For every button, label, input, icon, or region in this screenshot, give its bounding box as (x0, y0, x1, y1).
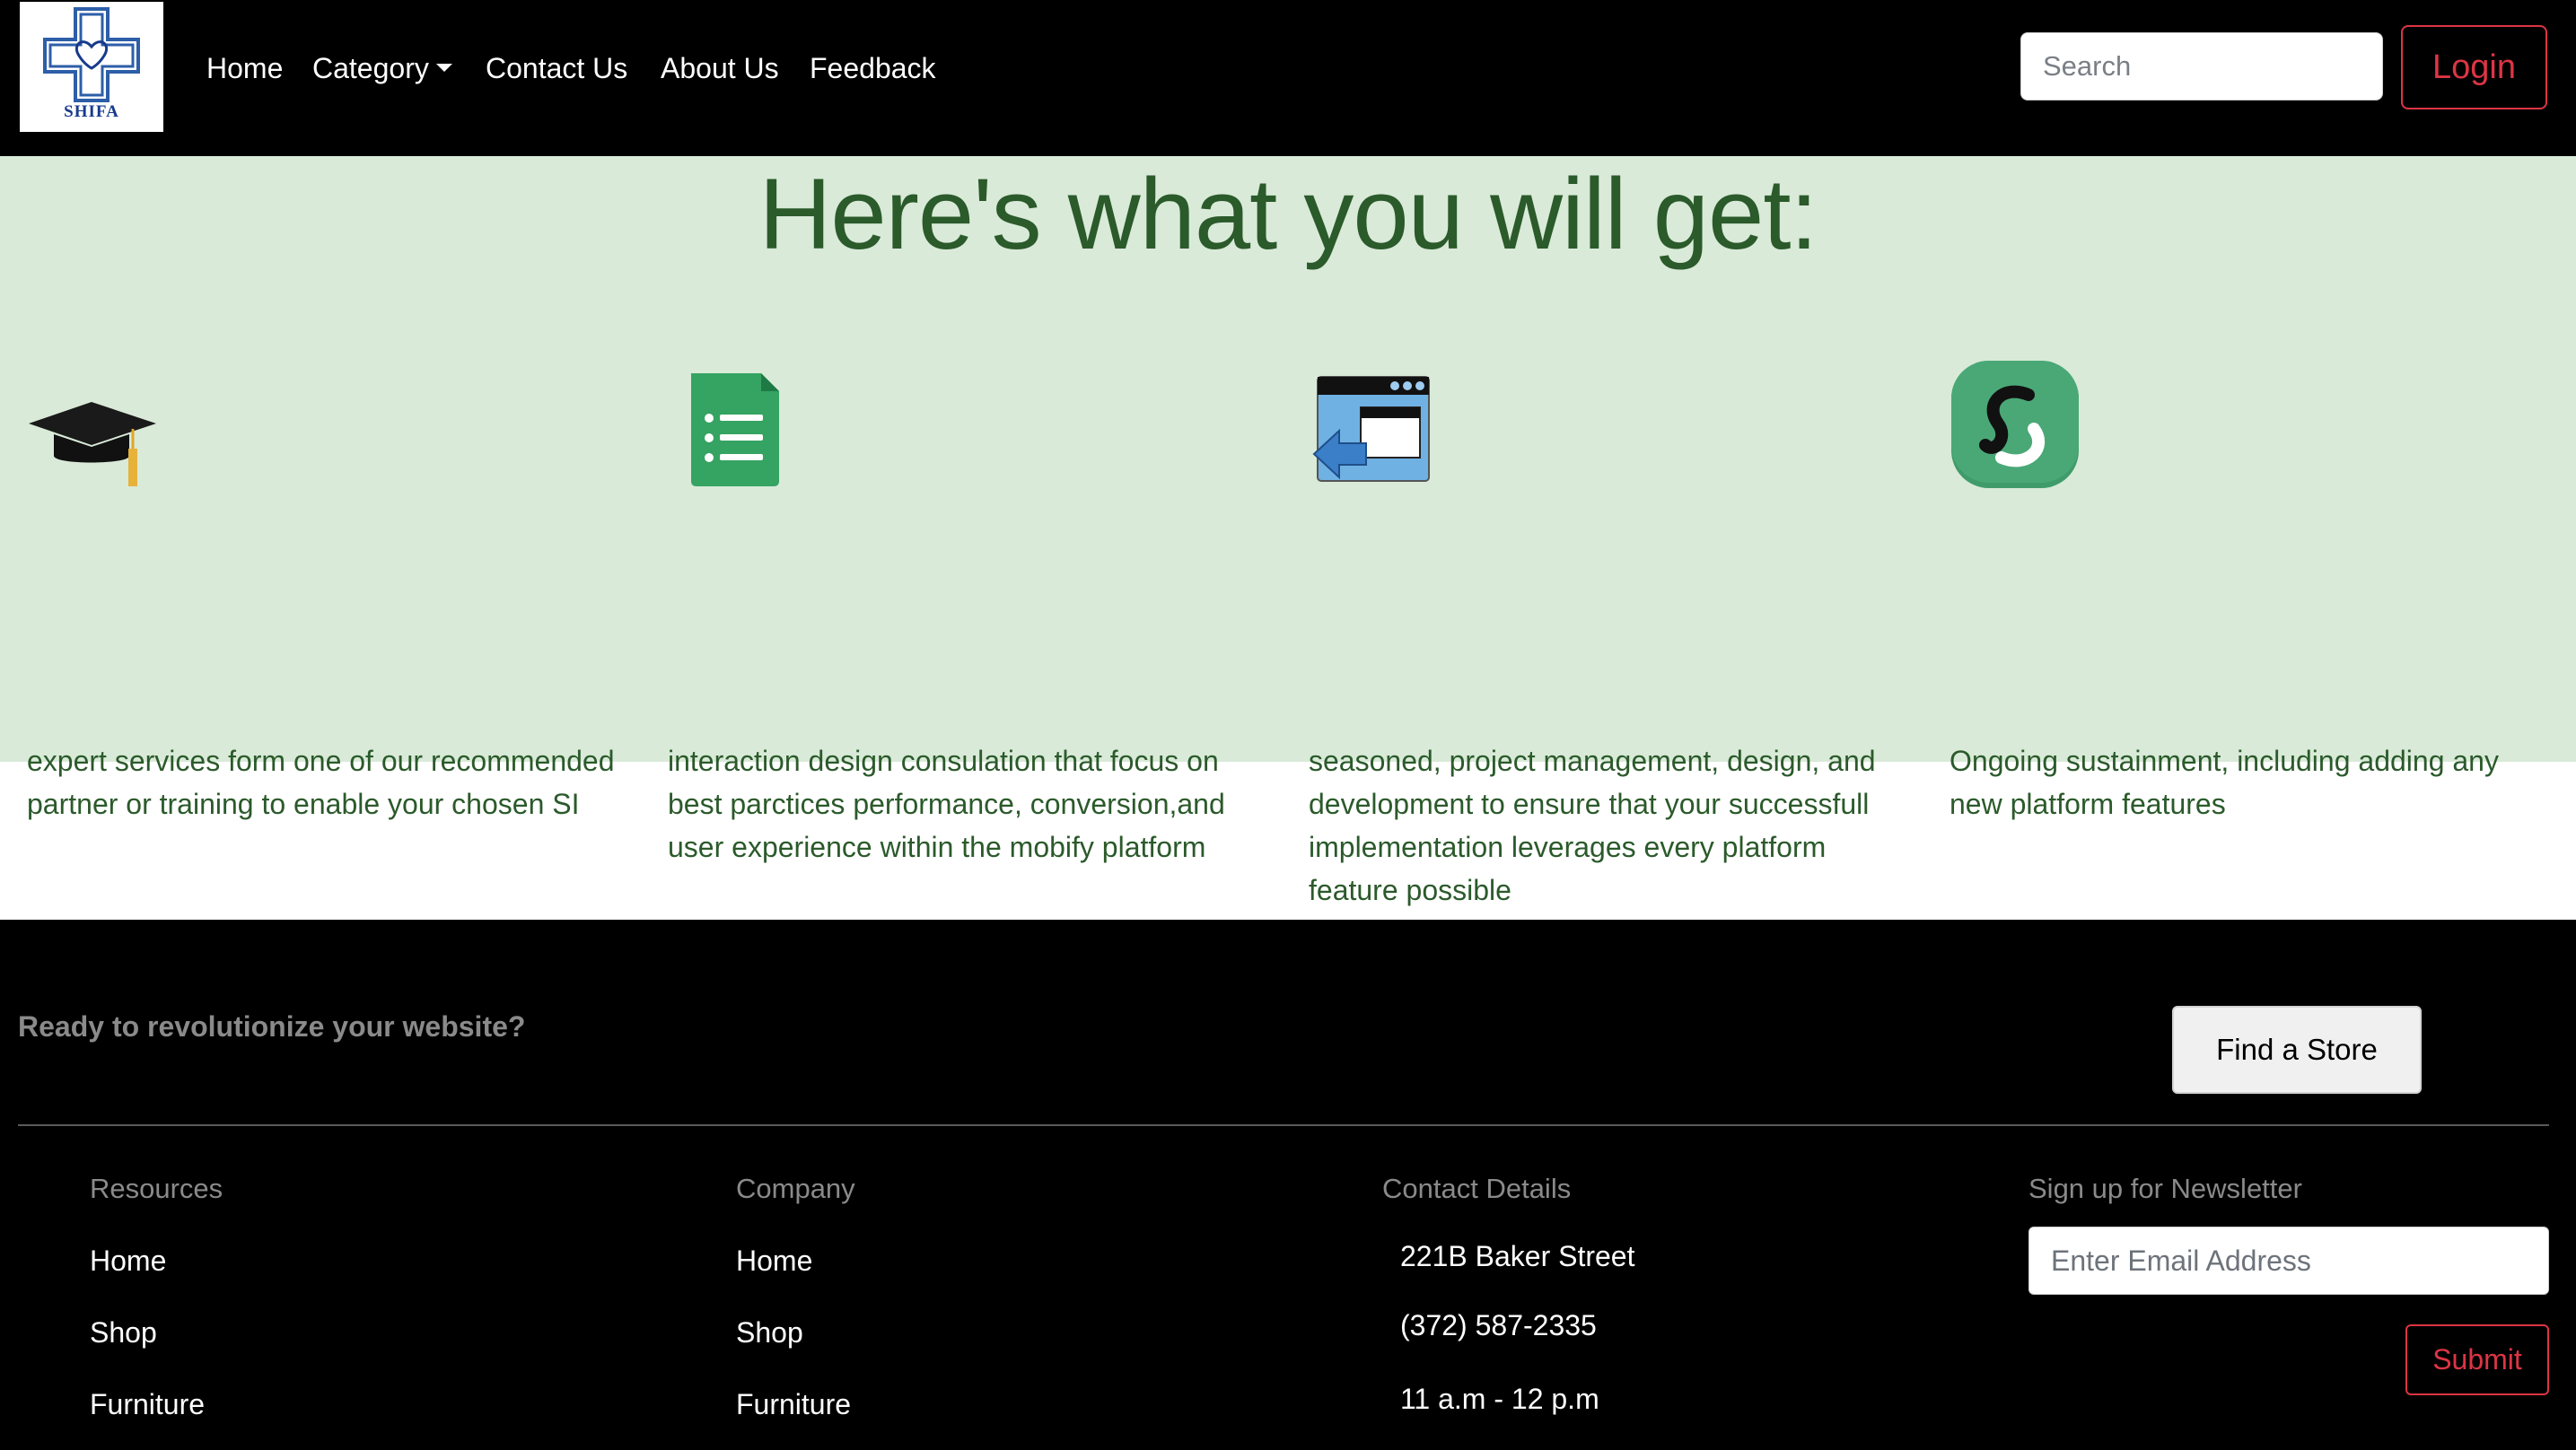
find-store-button[interactable]: Find a Store (2172, 1006, 2422, 1094)
footer: Ready to revolutionize your website? Fin… (0, 920, 2576, 1450)
contact-address: 221B Baker Street (1400, 1240, 1635, 1272)
logo-text: SHIFA (64, 102, 119, 121)
newsletter-heading: Sign up for Newsletter (2028, 1173, 2302, 1204)
shifa-logo[interactable]: SHIFA (20, 2, 163, 132)
navbar: SHIFA Home Category Contact Us About Us … (0, 0, 2576, 156)
browser-window-icon (1312, 376, 1430, 482)
resources-heading: Resources (90, 1173, 223, 1204)
contact-phone: (372) 587-2335 (1400, 1309, 1597, 1341)
company-heading: Company (736, 1173, 855, 1204)
company-link-shop[interactable]: Shop (736, 1316, 803, 1350)
nav-category-dropdown[interactable]: Category (312, 47, 452, 90)
nav-home[interactable]: Home (206, 47, 283, 90)
company-link-home[interactable]: Home (736, 1245, 812, 1278)
resources-link-furniture[interactable]: Furniture (90, 1388, 205, 1421)
nav-about-us[interactable]: About Us (661, 47, 779, 90)
resources-link-shop[interactable]: Shop (90, 1316, 157, 1350)
feature-text: seasoned, project management, design, an… (1309, 745, 1876, 906)
caret-down-icon (435, 64, 452, 73)
contact-hours: 11 a.m - 12 p.m (1400, 1383, 1599, 1415)
resources-link-home[interactable]: Home (90, 1245, 166, 1278)
newsletter-email-input[interactable] (2028, 1227, 2549, 1295)
nav-contact-us[interactable]: Contact Us (486, 47, 627, 90)
features-section: Here's what you will get: expert service… (0, 156, 2576, 906)
search-input[interactable] (2020, 32, 2383, 100)
nav-category-label: Category (312, 52, 429, 84)
feature-text: Ongoing sustainment, including adding an… (1950, 745, 2499, 820)
medical-cross-logo-icon (43, 7, 140, 102)
features-title: Here's what you will get: (758, 158, 1818, 270)
company-link-furniture[interactable]: Furniture (736, 1388, 851, 1421)
cta-text: Ready to revolutionize your website? (18, 1010, 526, 1043)
footer-divider (18, 1124, 2549, 1126)
graduation-cap-icon (29, 402, 156, 486)
feature-text: interaction design consulation that focu… (668, 745, 1225, 863)
nav-feedback[interactable]: Feedback (810, 47, 936, 90)
contact-heading: Contact Details (1382, 1173, 1572, 1204)
sync-circle-icon (1951, 361, 2079, 488)
login-button[interactable]: Login (2401, 25, 2547, 109)
feature-text: expert services form one of our recommen… (27, 745, 615, 820)
document-list-icon (691, 373, 779, 486)
newsletter-submit-button[interactable]: Submit (2405, 1324, 2549, 1395)
